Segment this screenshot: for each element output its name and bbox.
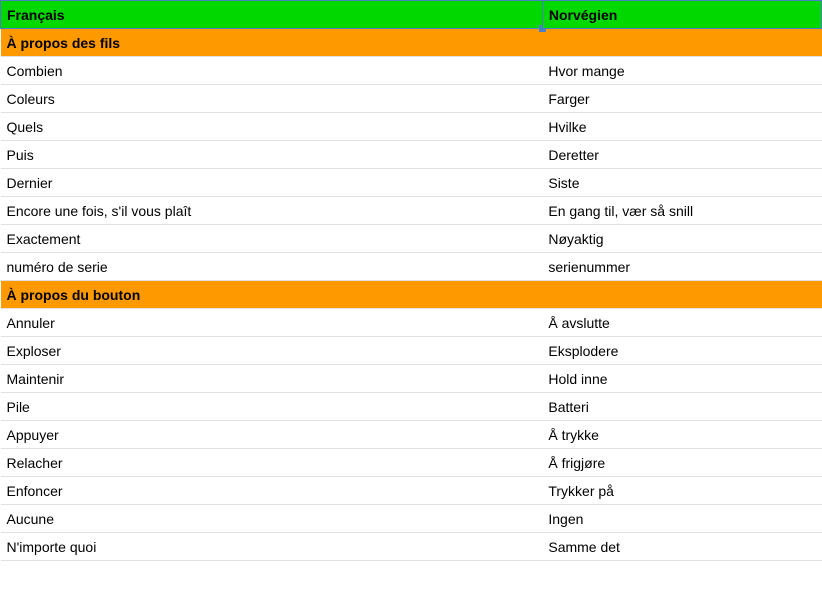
cell-right[interactable]: Trykker på bbox=[542, 477, 821, 505]
cell-left[interactable]: Dernier bbox=[1, 169, 543, 197]
table-row[interactable]: Encore une fois, s'il vous plaîtEn gang … bbox=[1, 197, 822, 225]
cell-right[interactable]: Hold inne bbox=[542, 365, 821, 393]
header-right[interactable]: Norvégien bbox=[542, 1, 821, 29]
section-row[interactable]: À propos des fils bbox=[1, 29, 822, 57]
table-row[interactable]: MaintenirHold inne bbox=[1, 365, 822, 393]
cell-right[interactable]: Deretter bbox=[542, 141, 821, 169]
cell-left[interactable]: Annuler bbox=[1, 309, 543, 337]
cell-right[interactable]: Nøyaktig bbox=[542, 225, 821, 253]
translation-table: FrançaisNorvégienÀ propos des filsCombie… bbox=[0, 0, 822, 561]
cell-left[interactable]: numéro de serie bbox=[1, 253, 543, 281]
table-row[interactable]: N'importe quoiSamme det bbox=[1, 533, 822, 561]
section-row[interactable]: À propos du bouton bbox=[1, 281, 822, 309]
table-row[interactable]: ExploserEksplodere bbox=[1, 337, 822, 365]
table-row[interactable]: DernierSiste bbox=[1, 169, 822, 197]
table-row[interactable]: CombienHvor mange bbox=[1, 57, 822, 85]
cell-right[interactable]: Siste bbox=[542, 169, 821, 197]
header-row[interactable]: FrançaisNorvégien bbox=[1, 1, 822, 29]
cell-right[interactable]: Ingen bbox=[542, 505, 821, 533]
table-row[interactable]: numéro de serieserienummer bbox=[1, 253, 822, 281]
table-row[interactable]: PuisDeretter bbox=[1, 141, 822, 169]
section-title[interactable]: À propos des fils bbox=[1, 29, 543, 57]
section-blank[interactable] bbox=[542, 29, 821, 57]
cell-left[interactable]: Combien bbox=[1, 57, 543, 85]
cell-left[interactable]: Puis bbox=[1, 141, 543, 169]
cell-right[interactable]: Eksplodere bbox=[542, 337, 821, 365]
section-blank[interactable] bbox=[542, 281, 821, 309]
table-row[interactable]: ExactementNøyaktig bbox=[1, 225, 822, 253]
cell-left[interactable]: Encore une fois, s'il vous plaît bbox=[1, 197, 543, 225]
cell-right[interactable]: Å avslutte bbox=[542, 309, 821, 337]
cell-right[interactable]: Farger bbox=[542, 85, 821, 113]
cell-left[interactable]: Maintenir bbox=[1, 365, 543, 393]
header-left[interactable]: Français bbox=[1, 1, 543, 29]
table-row[interactable]: QuelsHvilke bbox=[1, 113, 822, 141]
cell-left[interactable]: Quels bbox=[1, 113, 543, 141]
cell-right[interactable]: En gang til, vær så snill bbox=[542, 197, 821, 225]
cell-left[interactable]: Appuyer bbox=[1, 421, 543, 449]
table-row[interactable]: RelacherÅ frigjøre bbox=[1, 449, 822, 477]
cell-right[interactable]: Hvilke bbox=[542, 113, 821, 141]
cell-right[interactable]: Å frigjøre bbox=[542, 449, 821, 477]
cell-right[interactable]: serienummer bbox=[542, 253, 821, 281]
cell-right[interactable]: Batteri bbox=[542, 393, 821, 421]
cell-left[interactable]: N'importe quoi bbox=[1, 533, 543, 561]
cell-left[interactable]: Coleurs bbox=[1, 85, 543, 113]
cell-left[interactable]: Enfoncer bbox=[1, 477, 543, 505]
table-row[interactable]: PileBatteri bbox=[1, 393, 822, 421]
cell-left[interactable]: Relacher bbox=[1, 449, 543, 477]
table-row[interactable]: ColeursFarger bbox=[1, 85, 822, 113]
cell-left[interactable]: Pile bbox=[1, 393, 543, 421]
cell-left[interactable]: Exploser bbox=[1, 337, 543, 365]
table-row[interactable]: EnfoncerTrykker på bbox=[1, 477, 822, 505]
table-row[interactable]: AucuneIngen bbox=[1, 505, 822, 533]
section-title[interactable]: À propos du bouton bbox=[1, 281, 543, 309]
cell-right[interactable]: Hvor mange bbox=[542, 57, 821, 85]
cell-left[interactable]: Exactement bbox=[1, 225, 543, 253]
cell-right[interactable]: Samme det bbox=[542, 533, 821, 561]
cell-left[interactable]: Aucune bbox=[1, 505, 543, 533]
table-row[interactable]: AppuyerÅ trykke bbox=[1, 421, 822, 449]
cell-right[interactable]: Å trykke bbox=[542, 421, 821, 449]
table-row[interactable]: AnnulerÅ avslutte bbox=[1, 309, 822, 337]
